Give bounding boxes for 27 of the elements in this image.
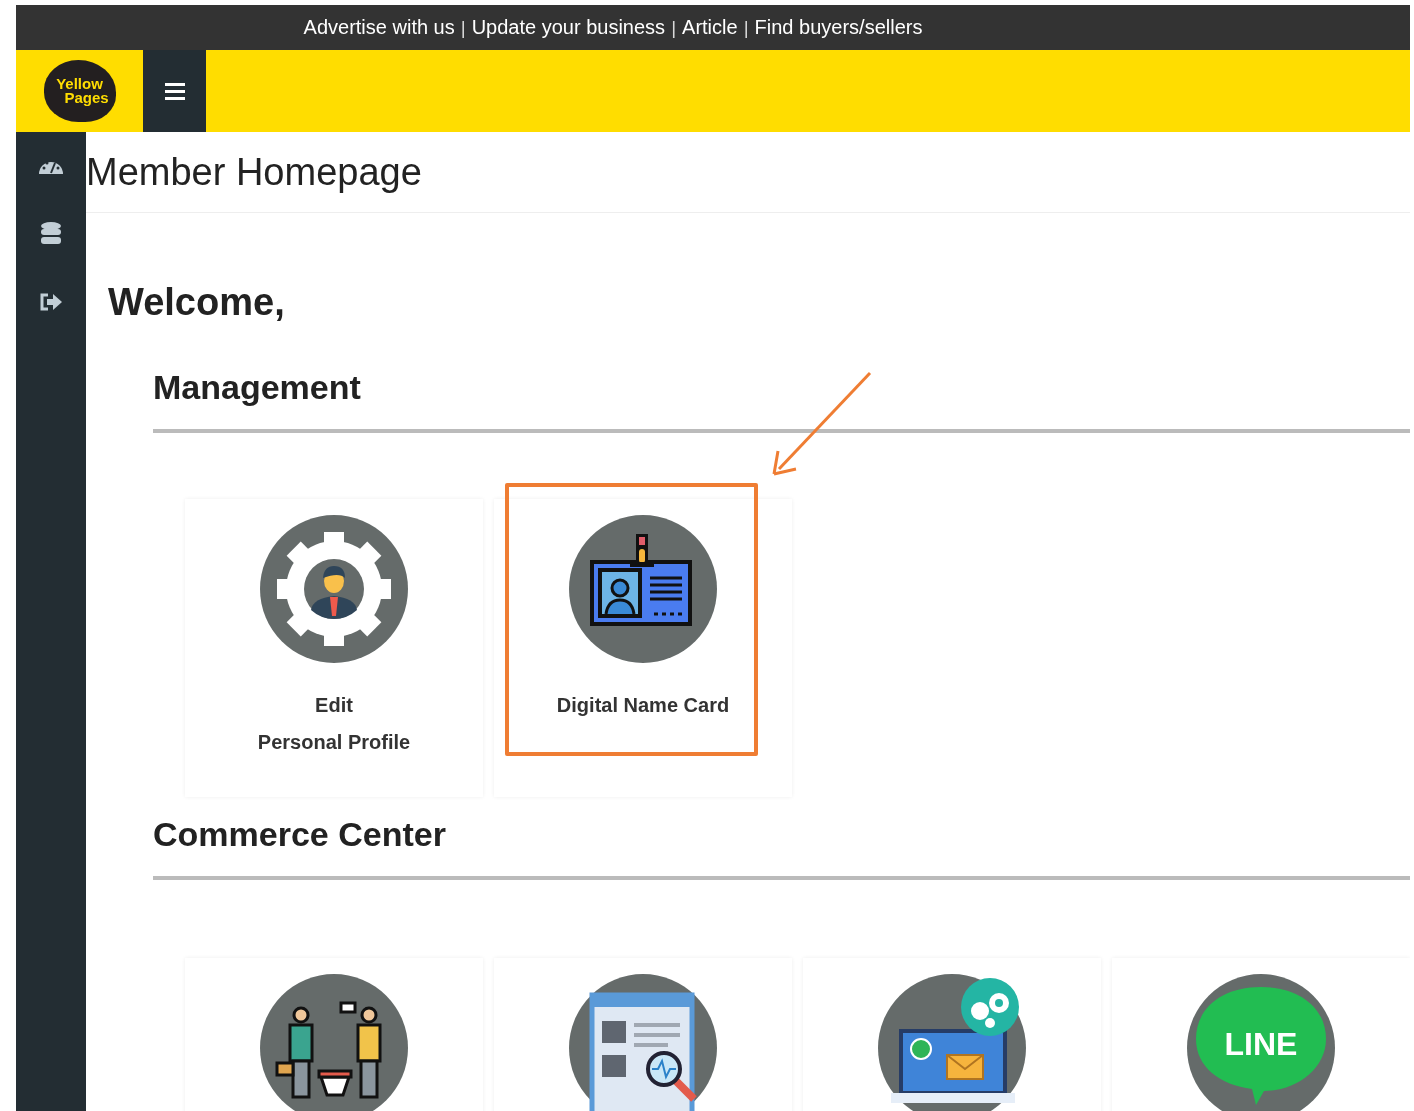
brand-logo[interactable]: Yellow Pages [43, 60, 116, 122]
laptop-chat-gears-icon [877, 973, 1027, 1111]
menu-button[interactable] [143, 50, 206, 132]
id-badge-icon [568, 514, 718, 664]
people-trading-icon [259, 973, 409, 1111]
section-heading: Commerce Center [153, 815, 1410, 880]
browser-magnifier-icon [568, 973, 718, 1111]
link-separator: | [460, 16, 466, 39]
section-heading: Management [153, 368, 1410, 433]
database-icon[interactable] [40, 222, 62, 246]
menu-card[interactable]: Digital Name Card [494, 499, 792, 797]
card-label: Personal Profile [257, 731, 411, 754]
menu-icon [164, 82, 185, 100]
gear-person-icon [259, 514, 409, 664]
welcome-heading: Welcome, [108, 281, 286, 324]
top-link[interactable]: Find buyers/sellers [754, 16, 923, 39]
sign-out-icon[interactable] [39, 292, 63, 312]
top-link[interactable]: Article [682, 16, 738, 39]
page-title: Member Homepage [86, 132, 1410, 213]
link-separator: | [671, 16, 677, 39]
link-separator: | [743, 16, 749, 39]
top-link[interactable]: Update your business [471, 16, 666, 39]
menu-card[interactable]: Edit Personal Profile [185, 499, 483, 797]
card-label: Digital Name Card [556, 694, 730, 717]
card-label: Edit [315, 694, 353, 717]
line-logo-text: LINE [1224, 1026, 1298, 1062]
top-link[interactable]: Advertise with us [303, 16, 455, 39]
